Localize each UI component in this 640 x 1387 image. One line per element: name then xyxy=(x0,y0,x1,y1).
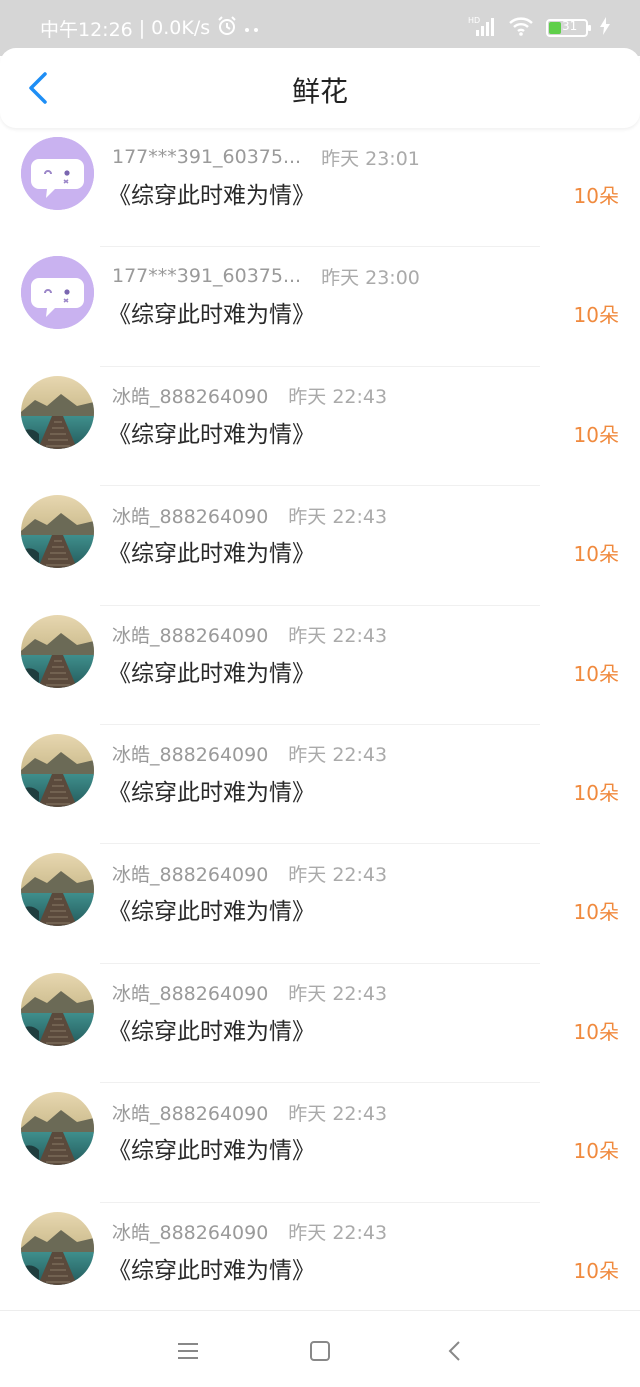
flower-count: 10朵 xyxy=(573,542,619,567)
book-title: 《综穿此时难为情》 xyxy=(108,1018,315,1045)
list-item[interactable]: 冰皓_888264090 昨天 22:43 《综穿此时难为情》 10朵 xyxy=(0,964,640,1084)
gift-time: 昨天 22:43 xyxy=(288,1222,388,1245)
user-line: 冰皓_888264090 昨天 22:43 xyxy=(112,981,387,1005)
gift-time: 昨天 23:01 xyxy=(321,147,420,170)
avatar[interactable] xyxy=(21,256,94,330)
menu-icon xyxy=(178,1343,198,1359)
system-nav-bar xyxy=(0,1310,640,1387)
user-line: 177***391_60375... 昨天 23:00 xyxy=(112,264,420,289)
status-separator: | xyxy=(138,17,146,39)
list-item[interactable]: 冰皓_888264090 昨天 22:43 《综穿此时难为情》 10朵 xyxy=(0,486,640,606)
user-name[interactable]: 177***391_60375... xyxy=(112,146,301,168)
flower-count: 10朵 xyxy=(573,422,619,447)
list-item[interactable]: 冰皓_888264090 昨天 22:43 《综穿此时难为情》 10朵 xyxy=(0,1083,640,1203)
user-line: 冰皓_888264090 昨天 22:43 xyxy=(112,1099,388,1126)
battery-level xyxy=(549,22,561,34)
list-item[interactable]: 177***391_60375... 昨天 23:01 《综穿此时难为情》 10朵 xyxy=(0,128,640,248)
user-name[interactable]: 冰皓_888264090 xyxy=(112,502,268,529)
user-name[interactable]: 冰皓_888264090 xyxy=(112,979,268,1006)
book-title: 《综穿此时难为情》 xyxy=(108,660,315,687)
page-title: 鲜花 xyxy=(291,75,348,108)
list-item[interactable]: 冰皓_888264090 昨天 22:43 《综穿此时难为情》 10朵 xyxy=(0,844,640,964)
avatar[interactable] xyxy=(21,972,94,1046)
list-item[interactable]: 冰皓_888264090 昨天 22:43 《综穿此时难为情》 10朵 xyxy=(0,606,640,725)
gift-time: 昨天 22:43 xyxy=(288,863,388,886)
status-right: HD 31 xyxy=(468,14,610,42)
user-line: 冰皓_888264090 昨天 22:43 xyxy=(112,502,388,529)
flower-count: 10朵 xyxy=(573,184,619,208)
alarm-icon xyxy=(216,15,238,42)
flower-count: 10朵 xyxy=(573,1019,619,1044)
user-line: 冰皓_888264090 昨天 22:43 xyxy=(112,742,387,766)
avatar[interactable] xyxy=(21,733,94,807)
page-header: 鲜花 xyxy=(0,48,640,128)
flower-gift-list: 177***391_60375... 昨天 23:01 《综穿此时难为情》 10朵 17… xyxy=(0,128,640,1322)
charging-icon xyxy=(600,17,610,39)
avatar[interactable] xyxy=(21,375,94,449)
book-title: 《综穿此时难为情》 xyxy=(108,899,315,926)
status-left: 中午12:26 | 0.0K/s xyxy=(40,14,260,42)
avatar[interactable] xyxy=(21,614,94,688)
book-title: 《综穿此时难为情》 xyxy=(108,779,315,806)
gift-time: 昨天 22:43 xyxy=(288,744,388,767)
battery-percent: 31 xyxy=(562,19,578,33)
user-name[interactable]: 冰皓_888264090 xyxy=(112,382,268,409)
book-title: 《综穿此时难为情》 xyxy=(108,421,315,448)
gift-time: 昨天 22:43 xyxy=(288,505,388,528)
book-title: 《综穿此时难为情》 xyxy=(108,302,315,329)
list-item[interactable]: 冰皓_888264090 昨天 22:43 《综穿此时难为情》 10朵 xyxy=(0,1203,640,1322)
flower-count: 10朵 xyxy=(573,780,619,805)
list-item[interactable]: 冰皓_888264090 昨天 22:43 《综穿此时难为情》 10朵 xyxy=(0,367,640,487)
wifi-icon xyxy=(508,15,534,41)
status-time: 中午12:26 xyxy=(40,18,133,41)
signal-hd-label: HD xyxy=(468,16,480,25)
user-name[interactable]: 冰皓_888264090 xyxy=(112,740,268,767)
avatar[interactable] xyxy=(21,1092,94,1166)
user-name[interactable]: 冰皓_888264090 xyxy=(112,621,268,648)
system-back-button[interactable] xyxy=(436,1333,472,1369)
flower-count: 10朵 xyxy=(573,900,619,925)
home-button[interactable] xyxy=(302,1333,338,1369)
menu-button[interactable] xyxy=(170,1333,206,1369)
avatar[interactable] xyxy=(21,853,94,927)
cell-signal-icon: HD xyxy=(468,15,496,41)
more-dots-icon xyxy=(244,17,260,39)
avatar[interactable] xyxy=(21,137,94,210)
user-name[interactable]: 冰皓_888264090 xyxy=(112,1218,268,1245)
book-title: 《综穿此时难为情》 xyxy=(108,541,315,568)
flower-count: 10朵 xyxy=(573,303,619,328)
user-name[interactable]: 冰皓_888264090 xyxy=(112,1099,268,1126)
flower-count: 10朵 xyxy=(573,1139,619,1164)
book-title: 《综穿此时难为情》 xyxy=(108,1257,315,1284)
gift-time: 昨天 22:43 xyxy=(288,386,388,409)
status-net-speed: 0.0K/s xyxy=(151,17,211,39)
user-line: 冰皓_888264090 昨天 22:43 xyxy=(112,384,387,408)
list-item[interactable]: 177***391_60375... 昨天 23:00 《综穿此时难为情》 10朵 xyxy=(0,247,640,367)
gift-time: 昨天 23:00 xyxy=(321,266,420,289)
home-square-icon xyxy=(310,1341,330,1361)
flower-count: 10朵 xyxy=(573,1258,619,1283)
user-name[interactable]: 冰皓_888264090 xyxy=(112,860,268,887)
gift-time: 昨天 22:43 xyxy=(288,625,388,648)
user-line: 冰皓_888264090 昨天 22:43 xyxy=(112,623,387,647)
back-triangle-icon xyxy=(448,1341,460,1361)
flower-count: 10朵 xyxy=(573,661,619,686)
user-line: 177***391_60375... 昨天 23:01 xyxy=(112,145,420,170)
avatar[interactable] xyxy=(21,1211,94,1285)
user-line: 冰皓_888264090 昨天 22:43 xyxy=(112,1220,387,1244)
user-line: 冰皓_888264090 昨天 22:43 xyxy=(112,860,388,887)
gift-time: 昨天 22:43 xyxy=(288,1102,388,1125)
list-item[interactable]: 冰皓_888264090 昨天 22:43 《综穿此时难为情》 10朵 xyxy=(0,725,640,845)
avatar[interactable] xyxy=(21,495,94,569)
book-title: 《综穿此时难为情》 xyxy=(108,1138,315,1165)
gift-time: 昨天 22:43 xyxy=(288,983,388,1006)
battery-icon: 31 xyxy=(546,19,591,37)
user-name[interactable]: 177***391_60375... xyxy=(112,265,301,287)
book-title: 《综穿此时难为情》 xyxy=(108,183,315,209)
